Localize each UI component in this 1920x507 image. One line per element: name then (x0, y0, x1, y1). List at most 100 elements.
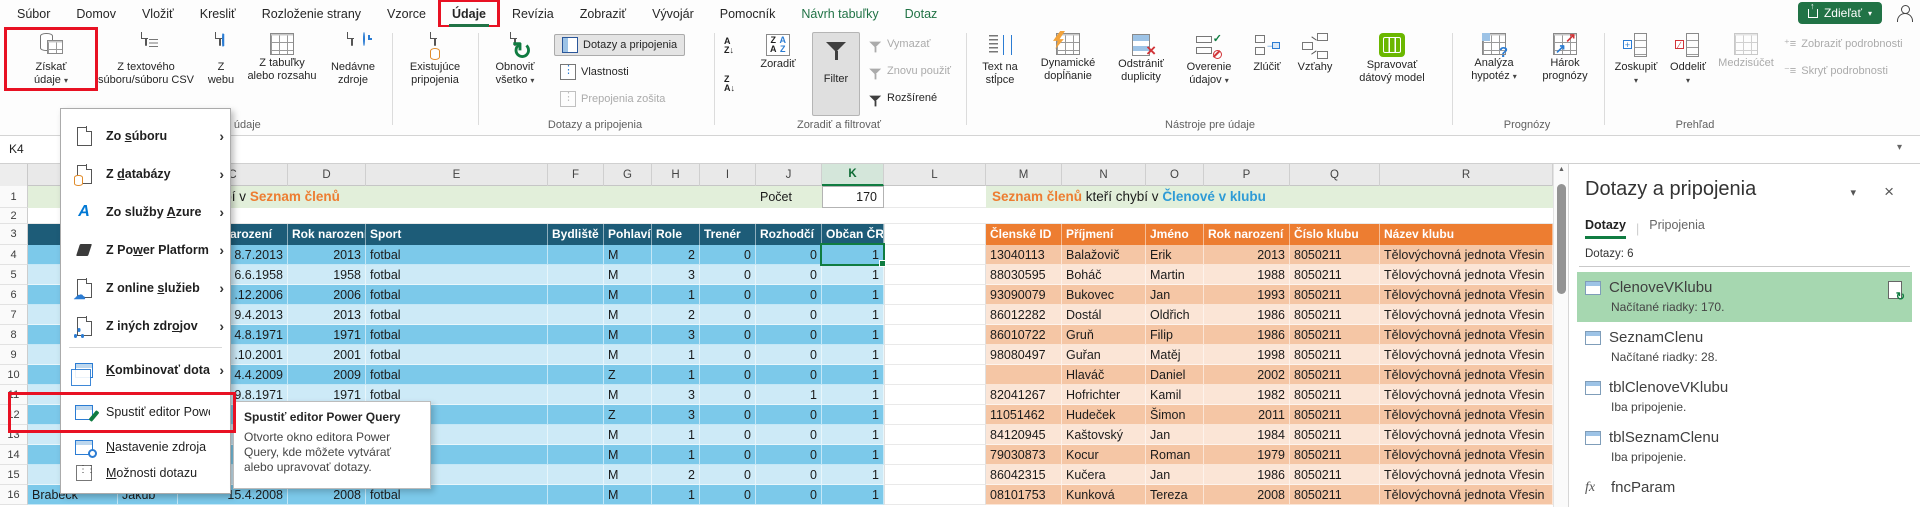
cell[interactable]: Guřan (1062, 345, 1146, 365)
cell[interactable]: 3 (652, 405, 700, 425)
cell[interactable]: 1 (652, 365, 700, 385)
menu-item[interactable]: Z databázy › (61, 155, 230, 193)
cell[interactable]: 0 (700, 345, 756, 365)
header-cell[interactable]: Členské ID (986, 224, 1062, 245)
get-data-button[interactable]: Získať údaje ▾ (8, 31, 94, 87)
cell[interactable]: 1979 (1204, 445, 1290, 465)
cell[interactable]: Jan (1146, 425, 1204, 445)
cell[interactable]: M (604, 445, 652, 465)
cell[interactable]: 8050211 (1290, 325, 1380, 345)
row-number[interactable]: 15 (0, 465, 28, 485)
cell[interactable]: M (604, 325, 652, 345)
cell[interactable]: 0 (756, 405, 822, 425)
header-cell[interactable]: Rozhodčí (756, 224, 822, 245)
sort-az-icon[interactable]: AZ↓ (724, 37, 734, 55)
cell[interactable]: Kaštovský (1062, 425, 1146, 445)
cell[interactable]: Dostál (1062, 305, 1146, 325)
panel-close-icon[interactable]: × (1884, 182, 1894, 202)
cell[interactable]: Roman (1146, 445, 1204, 465)
cell[interactable]: 8050211 (1290, 345, 1380, 365)
menu-tab[interactable]: Domov (63, 0, 129, 27)
cell[interactable]: 93090079 (986, 285, 1062, 305)
column-header[interactable]: N (1062, 164, 1146, 186)
cell[interactable]: M (604, 385, 652, 405)
header-cell[interactable]: Občan ČR (822, 224, 884, 245)
header-cell[interactable]: Trenér (700, 224, 756, 245)
cell[interactable] (884, 325, 986, 345)
cell[interactable]: 2 (652, 305, 700, 325)
cell[interactable]: 2013 (288, 305, 366, 325)
cell[interactable]: 0 (700, 265, 756, 285)
cell[interactable]: Oldřich (1146, 305, 1204, 325)
column-header[interactable]: K (822, 164, 884, 186)
flash-fill-button[interactable]: Dynamické dopĺňanie (1030, 31, 1106, 83)
cell[interactable]: 3 (652, 385, 700, 405)
cell[interactable]: 2 (652, 245, 700, 265)
cell[interactable]: 8050211 (1290, 425, 1380, 445)
cell[interactable]: 1 (652, 345, 700, 365)
cell[interactable]: M (604, 265, 652, 285)
cell[interactable]: 0 (700, 465, 756, 485)
query-item[interactable]: fx fncParam (1577, 472, 1912, 507)
cell[interactable] (884, 465, 986, 485)
cell[interactable]: Erik (1146, 245, 1204, 265)
cell[interactable] (884, 305, 986, 325)
cell[interactable]: 2008 (1204, 485, 1290, 505)
text-to-columns-button[interactable]: Text na stĺpce (972, 31, 1028, 87)
what-if-analysis-button[interactable]: ? Analýza hypotéz ▾ (1458, 31, 1530, 83)
header-gap[interactable] (884, 224, 986, 245)
menu-tab[interactable]: Pomocník (707, 0, 789, 27)
cell[interactable]: 8050211 (1290, 365, 1380, 385)
cell[interactable]: 1 (822, 465, 884, 485)
cell[interactable]: Tělovýchovná jednota Vřesin (1380, 265, 1553, 285)
column-header[interactable]: F (548, 164, 604, 186)
sort-button[interactable]: ZA AZ Zoradiť (750, 31, 806, 71)
menu-tab[interactable]: Vložiť (129, 0, 187, 27)
cell[interactable]: 8050211 (1290, 445, 1380, 465)
cell[interactable] (884, 445, 986, 465)
cell[interactable]: 1982 (1204, 385, 1290, 405)
header-cell[interactable]: Rok narození (1204, 224, 1290, 245)
menu-tab[interactable]: Vzorce (374, 0, 439, 27)
cell[interactable]: 1 (652, 425, 700, 445)
cell[interactable]: Tělovýchovná jednota Vřesin (1380, 465, 1553, 485)
cell[interactable]: 0 (700, 285, 756, 305)
column-header[interactable]: P (1204, 164, 1290, 186)
cell[interactable]: 13040113 (986, 245, 1062, 265)
cell[interactable]: 0 (756, 305, 822, 325)
cell[interactable]: Tělovýchovná jednota Vřesin (1380, 305, 1553, 325)
cell[interactable] (884, 285, 986, 305)
cell[interactable] (884, 405, 986, 425)
cell[interactable]: 2009 (288, 365, 366, 385)
group-button[interactable]: + Zoskupiť ▾ (1610, 31, 1662, 87)
menu-item[interactable]: Kombinovať dotazy › (61, 350, 230, 390)
forecast-sheet-button[interactable]: ↗ ↗ Hárok prognózy (1532, 31, 1598, 83)
menu-item[interactable]: Spustiť editor Power Query... › (61, 395, 230, 429)
cell[interactable] (548, 325, 604, 345)
menu-tab[interactable]: Rozloženie strany (249, 0, 374, 27)
cell[interactable]: 0 (756, 445, 822, 465)
menu-tab[interactable]: Kresliť (187, 0, 249, 27)
menu-item[interactable]: Z Power Platform › (61, 231, 230, 269)
cell[interactable]: 1 (822, 365, 884, 385)
cell[interactable]: 86010722 (986, 325, 1062, 345)
scroll-up-arrow[interactable]: ▲ (1554, 166, 1569, 173)
sort-za-icon[interactable]: ZA↓ (724, 75, 735, 93)
cell[interactable]: 8050211 (1290, 305, 1380, 325)
column-header[interactable]: Q (1290, 164, 1380, 186)
count-value-cell[interactable]: 170 (822, 186, 884, 208)
cell[interactable]: Tělovýchovná jednota Vřesin (1380, 385, 1553, 405)
row-number[interactable]: 3 (0, 224, 28, 245)
row-number[interactable]: 8 (0, 325, 28, 345)
cell[interactable]: 2013 (1204, 245, 1290, 265)
menu-item[interactable]: ☁ Z online služieb › (61, 269, 230, 307)
cell[interactable]: 0 (700, 425, 756, 445)
cell[interactable]: 0 (756, 345, 822, 365)
tab-queries[interactable]: Dotazy (1585, 218, 1626, 239)
cell[interactable]: 1 (822, 485, 884, 505)
cell[interactable]: M (604, 485, 652, 505)
cell[interactable]: M (604, 345, 652, 365)
from-web-button[interactable]: Z webu (200, 31, 242, 87)
cell[interactable]: fotbal (366, 245, 548, 265)
query-item[interactable]: ClenoveVKlubu Načítané riadky: 170. (1577, 272, 1912, 322)
